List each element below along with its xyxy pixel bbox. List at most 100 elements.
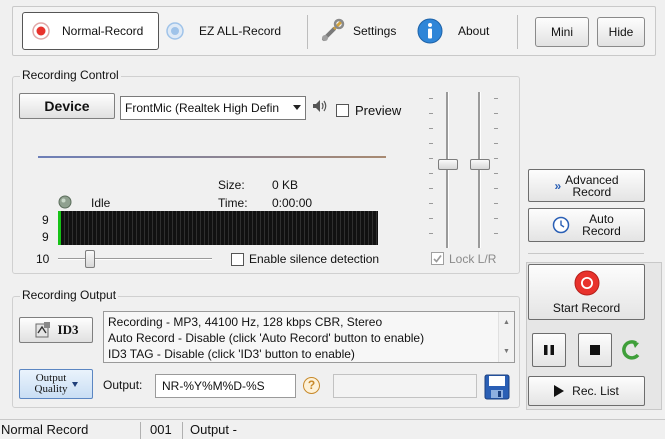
slider-tick <box>429 233 433 234</box>
id3-button[interactable]: ID3 <box>19 317 93 343</box>
start-record-label: Start Record <box>552 300 621 315</box>
time-label: Time: <box>218 196 248 210</box>
right-channel-track <box>478 92 481 248</box>
advanced-record-button[interactable]: » Advanced Record <box>528 169 645 202</box>
dropdown-arrow-icon <box>71 381 78 387</box>
preview-checkbox[interactable] <box>336 104 349 117</box>
save-icon[interactable] <box>484 374 510 400</box>
device-button[interactable]: Device <box>19 93 115 119</box>
ez-all-record-tab[interactable]: EZ ALL-Record <box>163 12 303 50</box>
clock-icon <box>552 216 570 234</box>
rec-list-button[interactable]: Rec. List <box>528 376 645 406</box>
output-path-field[interactable] <box>333 374 477 398</box>
slider-tick <box>494 173 498 174</box>
advanced-record-line2: Record <box>572 184 612 199</box>
chevron-down-icon <box>293 105 301 110</box>
slider-tick <box>494 143 498 144</box>
sensitivity-value: 10 <box>36 252 50 266</box>
slider-tick <box>429 143 433 144</box>
speaker-icon <box>313 100 327 112</box>
settings-button[interactable]: Settings <box>319 12 409 50</box>
sensitivity-slider-track <box>58 258 212 260</box>
waveform-line <box>38 156 386 158</box>
device-select-value: FrontMic (Realtek High Defin <box>125 101 280 115</box>
panel-divider <box>528 253 644 254</box>
slider-tick <box>494 233 498 234</box>
slider-tick <box>429 203 433 204</box>
ez-record-icon <box>166 22 184 40</box>
slider-tick <box>494 203 498 204</box>
output-filename-field[interactable]: NR-%Y%M%D-%S <box>155 374 296 398</box>
about-button[interactable]: About <box>417 12 507 50</box>
slider-tick <box>429 173 433 174</box>
slider-tick <box>429 158 433 159</box>
slider-tick <box>429 98 433 99</box>
slider-tick <box>429 113 433 114</box>
status-separator <box>182 422 183 439</box>
pause-icon <box>544 345 554 355</box>
stop-icon <box>590 345 600 355</box>
level-meter-indicator <box>58 211 61 245</box>
auto-record-line2: Record <box>582 224 621 238</box>
info-line-recording: Recording - MP3, 44100 Hz, 128 kbps CBR,… <box>108 315 383 329</box>
normal-record-tab[interactable]: Normal-Record <box>22 12 159 50</box>
normal-record-label: Normal-Record <box>62 24 144 38</box>
status-output: Output - <box>190 422 237 437</box>
size-label: Size: <box>218 178 245 192</box>
slider-tick <box>494 218 498 219</box>
rec-list-label: Rec. List <box>572 384 619 398</box>
silence-detection-label: Enable silence detection <box>249 252 380 266</box>
stop-button[interactable] <box>578 333 612 367</box>
info-icon <box>417 18 443 44</box>
advanced-record-line1: Advanced <box>565 172 619 187</box>
time-value: 0:00:00 <box>272 196 313 210</box>
slider-tick <box>429 128 433 129</box>
scroll-up-icon[interactable]: ▲ <box>499 315 514 331</box>
record-start-icon <box>574 270 599 295</box>
device-button-label: Device <box>44 98 90 114</box>
slider-tick <box>494 188 498 189</box>
auto-record-button[interactable]: Auto Record <box>528 208 645 242</box>
play-icon <box>554 385 565 397</box>
status-mode: Normal Record <box>1 422 89 437</box>
size-value: 0 KB <box>272 178 299 192</box>
wrench-icon <box>322 18 345 41</box>
recording-control-title: Recording Control <box>20 68 121 82</box>
main-toolbar: Normal-Record EZ ALL-Record Settings Abo… <box>12 6 656 56</box>
info-line-id3: ID3 TAG - Disable (click 'ID3' button to… <box>108 347 355 361</box>
status-separator <box>140 422 141 439</box>
scroll-down-icon[interactable]: ▼ <box>499 344 514 360</box>
mini-button[interactable]: Mini <box>535 17 589 47</box>
lock-lr-label: Lock L/R <box>449 252 497 266</box>
meter-label-right: 9 <box>42 230 49 244</box>
left-channel-track <box>446 92 449 248</box>
toolbar-separator <box>517 15 518 49</box>
meter-label-left: 9 <box>42 213 49 227</box>
silence-detection-checkbox[interactable] <box>231 253 244 266</box>
ez-all-record-label: EZ ALL-Record <box>199 24 282 38</box>
recording-output-title: Recording Output <box>20 288 119 302</box>
sensitivity-slider-thumb[interactable] <box>85 250 95 268</box>
slider-tick <box>494 98 498 99</box>
pause-button[interactable] <box>532 333 566 367</box>
info-scrollbar[interactable]: ▲ ▼ <box>498 312 514 362</box>
status-led-icon <box>58 195 72 209</box>
info-line-auto-record: Auto Record - Disable (click 'Auto Recor… <box>108 331 425 345</box>
refresh-icon[interactable] <box>621 339 643 363</box>
slider-tick <box>494 113 498 114</box>
left-volume-thumb[interactable] <box>438 159 458 170</box>
record-icon <box>32 22 50 40</box>
hide-button[interactable]: Hide <box>597 17 645 47</box>
tag-icon <box>35 322 50 338</box>
status-bar: Normal Record 001 Output - <box>0 419 665 439</box>
about-label: About <box>458 24 490 38</box>
slider-tick <box>494 158 498 159</box>
device-select[interactable]: FrontMic (Realtek High Defin <box>120 96 306 120</box>
output-quality-line2: Quality <box>34 383 68 395</box>
lock-lr-checkbox[interactable] <box>431 252 444 265</box>
output-quality-button[interactable]: Output Quality <box>19 369 93 399</box>
start-record-button[interactable]: Start Record <box>528 264 645 320</box>
right-volume-thumb[interactable] <box>470 159 490 170</box>
help-icon[interactable]: ? <box>303 377 320 394</box>
recording-info-box[interactable]: Recording - MP3, 44100 Hz, 128 kbps CBR,… <box>103 311 515 363</box>
